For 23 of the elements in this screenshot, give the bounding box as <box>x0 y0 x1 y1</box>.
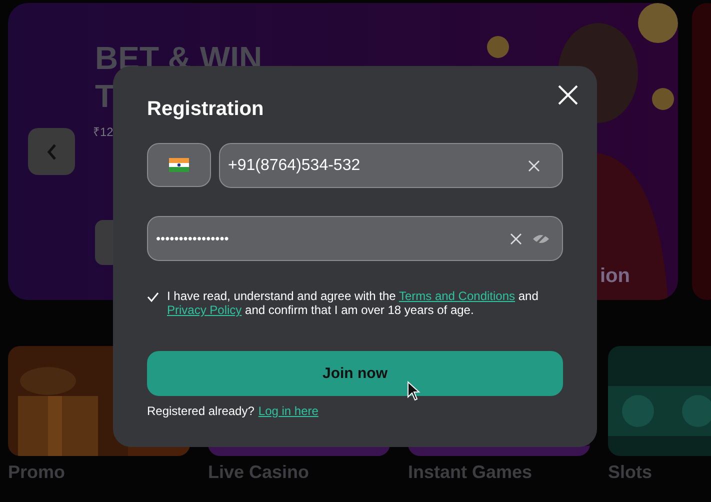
close-icon[interactable] <box>558 85 578 105</box>
phone-value: +91(8764)534-532 <box>228 156 360 174</box>
phone-field[interactable]: +91(8764)534-532 <box>219 143 563 188</box>
terms-link[interactable]: Privacy Policy <box>167 303 242 317</box>
banner-title: T <box>95 77 115 115</box>
chevron-left-icon <box>46 142 58 160</box>
password-field[interactable]: •••••••••••••••• <box>147 216 563 261</box>
banner-amount: ₹12 <box>93 124 114 140</box>
login-link[interactable]: Log in here <box>258 404 318 418</box>
clear-icon[interactable] <box>510 232 522 244</box>
join-now-button[interactable]: Join now <box>147 351 563 396</box>
checkbox[interactable] <box>147 291 159 303</box>
flag-icon <box>169 158 189 172</box>
password-value: •••••••••••••••• <box>156 231 229 246</box>
eye-slash-icon[interactable] <box>532 232 550 244</box>
login-prompt: Registered already? <box>147 404 254 418</box>
country-selector[interactable] <box>147 143 211 187</box>
agreement-text: I have read, understand and agree with the Terms and Conditions and Privacy Policy and confirm that I am over 18 years of age. <box>167 289 540 317</box>
terms-link[interactable]: Terms and Conditions <box>398 289 516 303</box>
clear-icon[interactable] <box>528 160 540 172</box>
banner-caption: ion <box>600 265 630 288</box>
dialog-title: Registration <box>147 98 264 121</box>
cursor-icon <box>407 381 421 401</box>
